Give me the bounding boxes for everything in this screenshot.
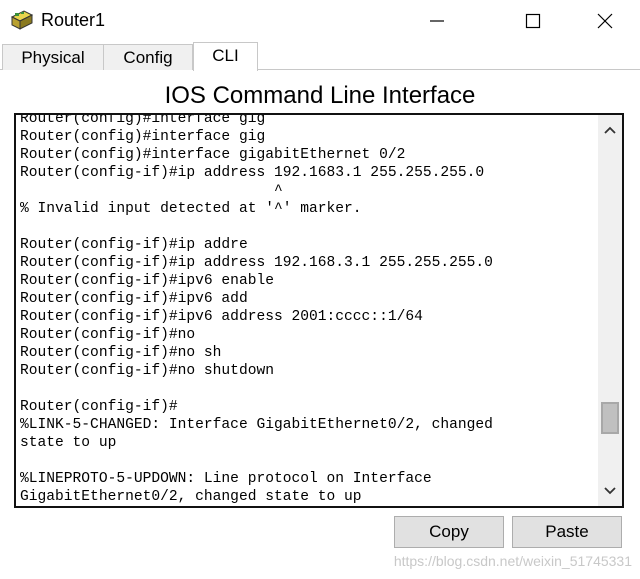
console-line: Router(config-if)#no sh <box>20 345 222 361</box>
vertical-scrollbar[interactable] <box>598 115 622 506</box>
maximize-button[interactable] <box>510 4 556 38</box>
page-heading: IOS Command Line Interface <box>164 82 476 109</box>
chevron-up-icon <box>603 122 617 140</box>
console-line: % Invalid input detected at '^' marker. <box>20 201 362 217</box>
console-line: Router(config)#interface gig <box>20 129 266 145</box>
console-line: Router(config-if)#ip address 192.1683.1 … <box>20 165 485 181</box>
minimize-icon <box>429 13 445 29</box>
console-output[interactable]: Router(config)#interface gig Router(confi… <box>20 113 596 506</box>
console-line: %LINK-5-CHANGED: Interface GigabitEthern… <box>20 417 493 433</box>
console-line: Router(config-if)#no <box>20 327 196 343</box>
console-line: GigabitEthernet0/2, changed state to up <box>20 489 362 505</box>
console-line: %LINEPROTO-5-UPDOWN: Line protocol on In… <box>20 471 432 487</box>
console-line: Router(config-if)#ipv6 enable <box>20 273 274 289</box>
console-line: Router(config-if)# <box>20 399 178 415</box>
console-line: Router(config-if)#ipv6 add <box>20 291 248 307</box>
close-button[interactable] <box>582 4 628 38</box>
scroll-thumb[interactable] <box>601 402 619 434</box>
copy-button[interactable]: Copy <box>394 516 504 548</box>
console-line: Router(config-if)#ip addre <box>20 237 248 253</box>
minimize-button[interactable] <box>414 4 460 38</box>
console-line: state to up <box>20 435 117 451</box>
close-icon <box>597 13 613 29</box>
scroll-down-button[interactable] <box>598 480 622 504</box>
paste-button[interactable]: Paste <box>512 516 622 548</box>
scroll-up-button[interactable] <box>598 119 622 143</box>
console-line: Router(config-if)#ipv6 address 2001:cccc… <box>20 309 423 325</box>
tab-physical[interactable]: Physical <box>2 44 104 70</box>
console-line: Router(config)#interface gig <box>20 113 266 127</box>
tab-bar: Physical Config CLI <box>0 42 640 71</box>
tab-config[interactable]: Config <box>103 44 193 70</box>
console-line: Router(config-if)#ip address 192.168.3.1… <box>20 255 493 271</box>
title-bar: Router1 <box>0 0 640 42</box>
cli-console[interactable]: Router(config)#interface gig Router(confi… <box>14 113 624 508</box>
window-title: Router1 <box>41 10 106 30</box>
console-line: Router(config-if)#no shutdown <box>20 363 274 379</box>
tab-cli[interactable]: CLI <box>193 42 258 71</box>
console-line: Router(config)#interface gigabitEthernet… <box>20 147 406 163</box>
maximize-icon <box>525 13 541 29</box>
watermark: https://blog.csdn.net/weixin_51745331 <box>393 553 632 569</box>
router-icon <box>10 8 34 32</box>
console-line: ^ <box>20 183 283 199</box>
chevron-down-icon <box>603 483 617 501</box>
